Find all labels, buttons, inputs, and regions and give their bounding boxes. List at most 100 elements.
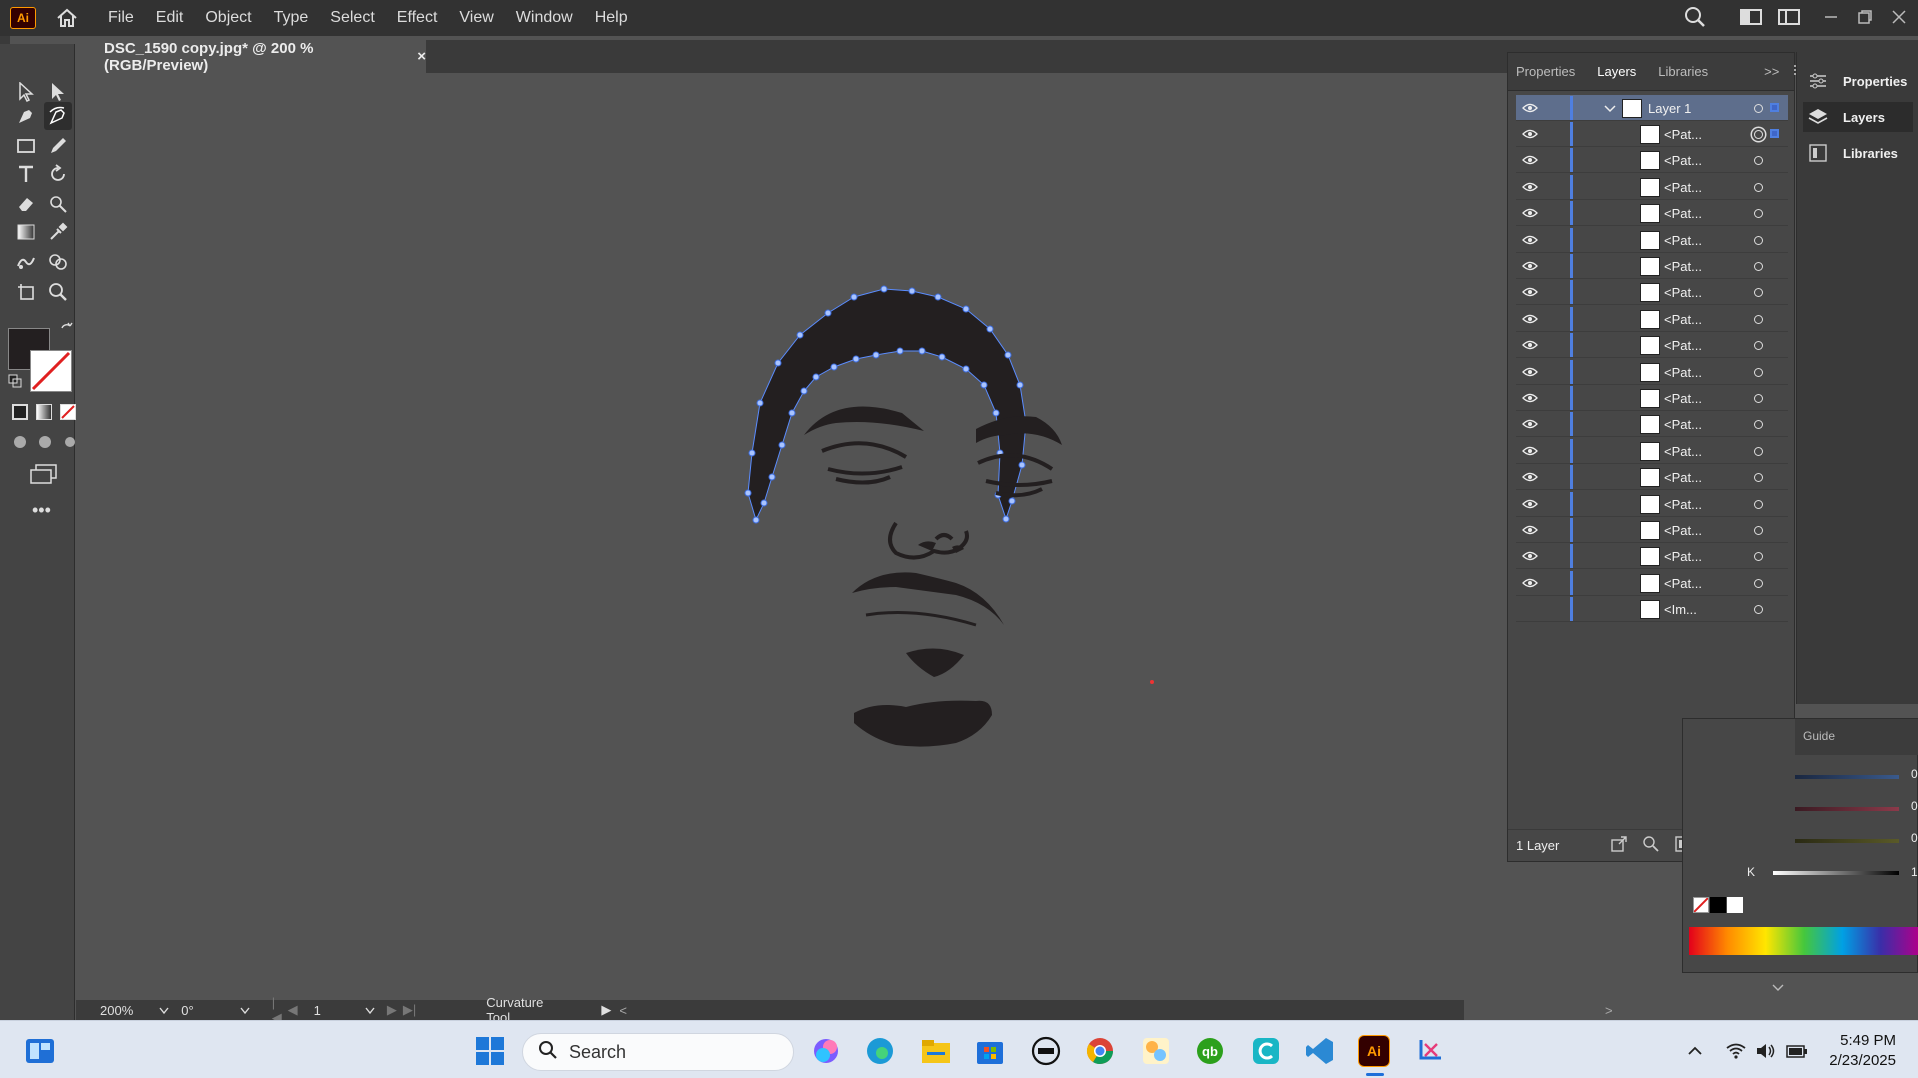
white-swatch[interactable] bbox=[1727, 897, 1743, 913]
target-circle-icon[interactable] bbox=[1754, 367, 1763, 377]
rotation-value[interactable]: 0° bbox=[181, 1003, 193, 1018]
target-circle-icon[interactable] bbox=[1754, 130, 1763, 139]
previous-artboard-icon[interactable]: ◀ bbox=[288, 1002, 298, 1018]
target-circle-icon[interactable] bbox=[1754, 420, 1763, 430]
menu-type[interactable]: Type bbox=[274, 9, 309, 27]
target-circle-icon[interactable] bbox=[1754, 499, 1763, 509]
layer-item-row[interactable]: <Pat... bbox=[1516, 385, 1788, 411]
cursive-c-icon[interactable] bbox=[1250, 1035, 1282, 1067]
target-circle-icon[interactable] bbox=[1754, 235, 1763, 245]
layer-item-row[interactable]: <Pat... bbox=[1516, 121, 1788, 147]
layer-item-row[interactable]: <Im... bbox=[1516, 596, 1788, 623]
visibility-eye-icon[interactable] bbox=[1516, 359, 1544, 385]
item-name[interactable]: <Pat... bbox=[1664, 391, 1702, 406]
target-circle-icon[interactable] bbox=[1754, 446, 1763, 456]
target-circle-icon[interactable] bbox=[1754, 288, 1763, 298]
pen-tool-icon[interactable] bbox=[12, 102, 40, 130]
color-slider-y[interactable] bbox=[1795, 839, 1899, 843]
layer-item-row[interactable]: <Pat... bbox=[1516, 438, 1788, 464]
selection-indicator[interactable] bbox=[1770, 129, 1779, 138]
shape-builder-tool-icon[interactable] bbox=[44, 248, 72, 276]
arrange-documents-icon[interactable] bbox=[1740, 8, 1762, 28]
visibility-eye-icon[interactable] bbox=[1516, 570, 1544, 596]
blend-tool-icon[interactable] bbox=[12, 248, 40, 276]
item-name[interactable]: <Pat... bbox=[1664, 338, 1702, 353]
locate-object-icon[interactable] bbox=[1643, 836, 1660, 855]
color-spectrum[interactable] bbox=[1689, 927, 1918, 955]
visibility-eye-icon[interactable] bbox=[1516, 200, 1544, 226]
item-name[interactable]: <Pat... bbox=[1664, 206, 1702, 221]
layer-item-row[interactable]: <Pat... bbox=[1516, 174, 1788, 200]
menu-effect[interactable]: Effect bbox=[397, 9, 438, 27]
menu-select[interactable]: Select bbox=[330, 9, 374, 27]
file-explorer-icon[interactable] bbox=[920, 1035, 952, 1067]
canvas[interactable] bbox=[76, 73, 1226, 1013]
snipping-tool-icon[interactable] bbox=[1414, 1035, 1446, 1067]
item-name[interactable]: <Pat... bbox=[1664, 470, 1702, 485]
color-guide-tab[interactable]: Guide bbox=[1795, 719, 1918, 755]
status-menu-arrow-icon[interactable]: ▶ bbox=[601, 1002, 611, 1018]
visibility-eye-icon[interactable] bbox=[1516, 279, 1544, 305]
layer-item-row[interactable]: <Pat... bbox=[1516, 227, 1788, 253]
vscode-icon[interactable] bbox=[1304, 1035, 1336, 1067]
item-name[interactable]: <Pat... bbox=[1664, 285, 1702, 300]
layer-item-row[interactable]: <Pat... bbox=[1516, 491, 1788, 517]
gradient-mode-icon[interactable] bbox=[36, 404, 52, 420]
type-tool-icon[interactable] bbox=[12, 160, 40, 188]
stroke-swatch[interactable] bbox=[30, 350, 72, 392]
target-circle-icon[interactable] bbox=[1754, 578, 1763, 588]
copilot-icon[interactable] bbox=[810, 1035, 842, 1067]
layer-item-row[interactable]: <Pat... bbox=[1516, 411, 1788, 438]
scroll-right-icon[interactable]: > bbox=[1605, 1003, 1613, 1018]
layer-row-layer-1[interactable]: Layer 1 bbox=[1516, 95, 1788, 121]
visibility-eye-icon[interactable] bbox=[1516, 174, 1544, 200]
target-circle-icon[interactable] bbox=[1754, 341, 1763, 351]
chrome-icon[interactable] bbox=[1084, 1035, 1116, 1067]
scroll-left-icon[interactable]: < bbox=[619, 1003, 627, 1018]
layer-item-row[interactable]: <Pat... bbox=[1516, 570, 1788, 596]
next-artboard-icon[interactable]: ▶ bbox=[387, 1002, 397, 1018]
visibility-eye-icon[interactable] bbox=[1516, 411, 1544, 437]
menu-window[interactable]: Window bbox=[516, 9, 573, 27]
visibility-eye-icon[interactable] bbox=[1516, 517, 1544, 543]
wifi-icon[interactable] bbox=[1726, 1043, 1746, 1062]
minimize-icon[interactable] bbox=[1824, 10, 1838, 27]
visibility-eye-icon[interactable] bbox=[1516, 385, 1544, 411]
home-icon[interactable] bbox=[54, 5, 80, 31]
menu-object[interactable]: Object bbox=[205, 9, 251, 27]
target-circle-icon[interactable] bbox=[1754, 182, 1763, 192]
menu-file[interactable]: File bbox=[108, 9, 134, 27]
draw-mode-icon[interactable] bbox=[12, 434, 76, 453]
eraser-tool-icon[interactable] bbox=[12, 190, 40, 218]
edge-icon[interactable] bbox=[864, 1035, 896, 1067]
default-fill-stroke-icon[interactable] bbox=[8, 374, 22, 388]
visibility-eye-icon[interactable] bbox=[1516, 227, 1544, 253]
layer-item-row[interactable]: <Pat... bbox=[1516, 517, 1788, 543]
search-icon[interactable] bbox=[1684, 6, 1706, 31]
layer-item-row[interactable]: <Pat... bbox=[1516, 464, 1788, 491]
target-circle-icon[interactable] bbox=[1754, 552, 1763, 562]
illustrator-taskbar-icon[interactable]: Ai bbox=[1358, 1035, 1390, 1067]
none-mode-icon[interactable] bbox=[60, 404, 76, 420]
color-slider-c[interactable] bbox=[1795, 775, 1899, 779]
menu-edit[interactable]: Edit bbox=[156, 9, 184, 27]
dock-libraries[interactable]: Libraries bbox=[1803, 138, 1913, 168]
layer-item-row[interactable]: <Pat... bbox=[1516, 200, 1788, 227]
color-slider-k[interactable] bbox=[1773, 871, 1899, 875]
dock-layers[interactable]: Layers bbox=[1803, 102, 1913, 132]
screen-mode-icon[interactable] bbox=[30, 464, 58, 487]
artboard-dropdown-icon[interactable] bbox=[365, 1003, 375, 1018]
curvature-tool-icon[interactable] bbox=[44, 102, 72, 130]
item-name[interactable]: <Pat... bbox=[1664, 365, 1702, 380]
export-icon[interactable] bbox=[1611, 836, 1628, 855]
puppet-warp-tool-icon[interactable] bbox=[44, 190, 72, 218]
menu-help[interactable]: Help bbox=[595, 9, 628, 27]
item-name[interactable]: <Pat... bbox=[1664, 549, 1702, 564]
visibility-eye-icon[interactable] bbox=[1516, 95, 1544, 121]
visibility-eye-icon[interactable] bbox=[1516, 306, 1544, 332]
battery-icon[interactable] bbox=[1786, 1043, 1808, 1062]
swap-fill-stroke-icon[interactable] bbox=[60, 322, 74, 339]
tab-libraries[interactable]: Libraries bbox=[1658, 64, 1708, 79]
restore-icon[interactable] bbox=[1858, 9, 1872, 27]
selection-indicator[interactable] bbox=[1770, 103, 1779, 112]
